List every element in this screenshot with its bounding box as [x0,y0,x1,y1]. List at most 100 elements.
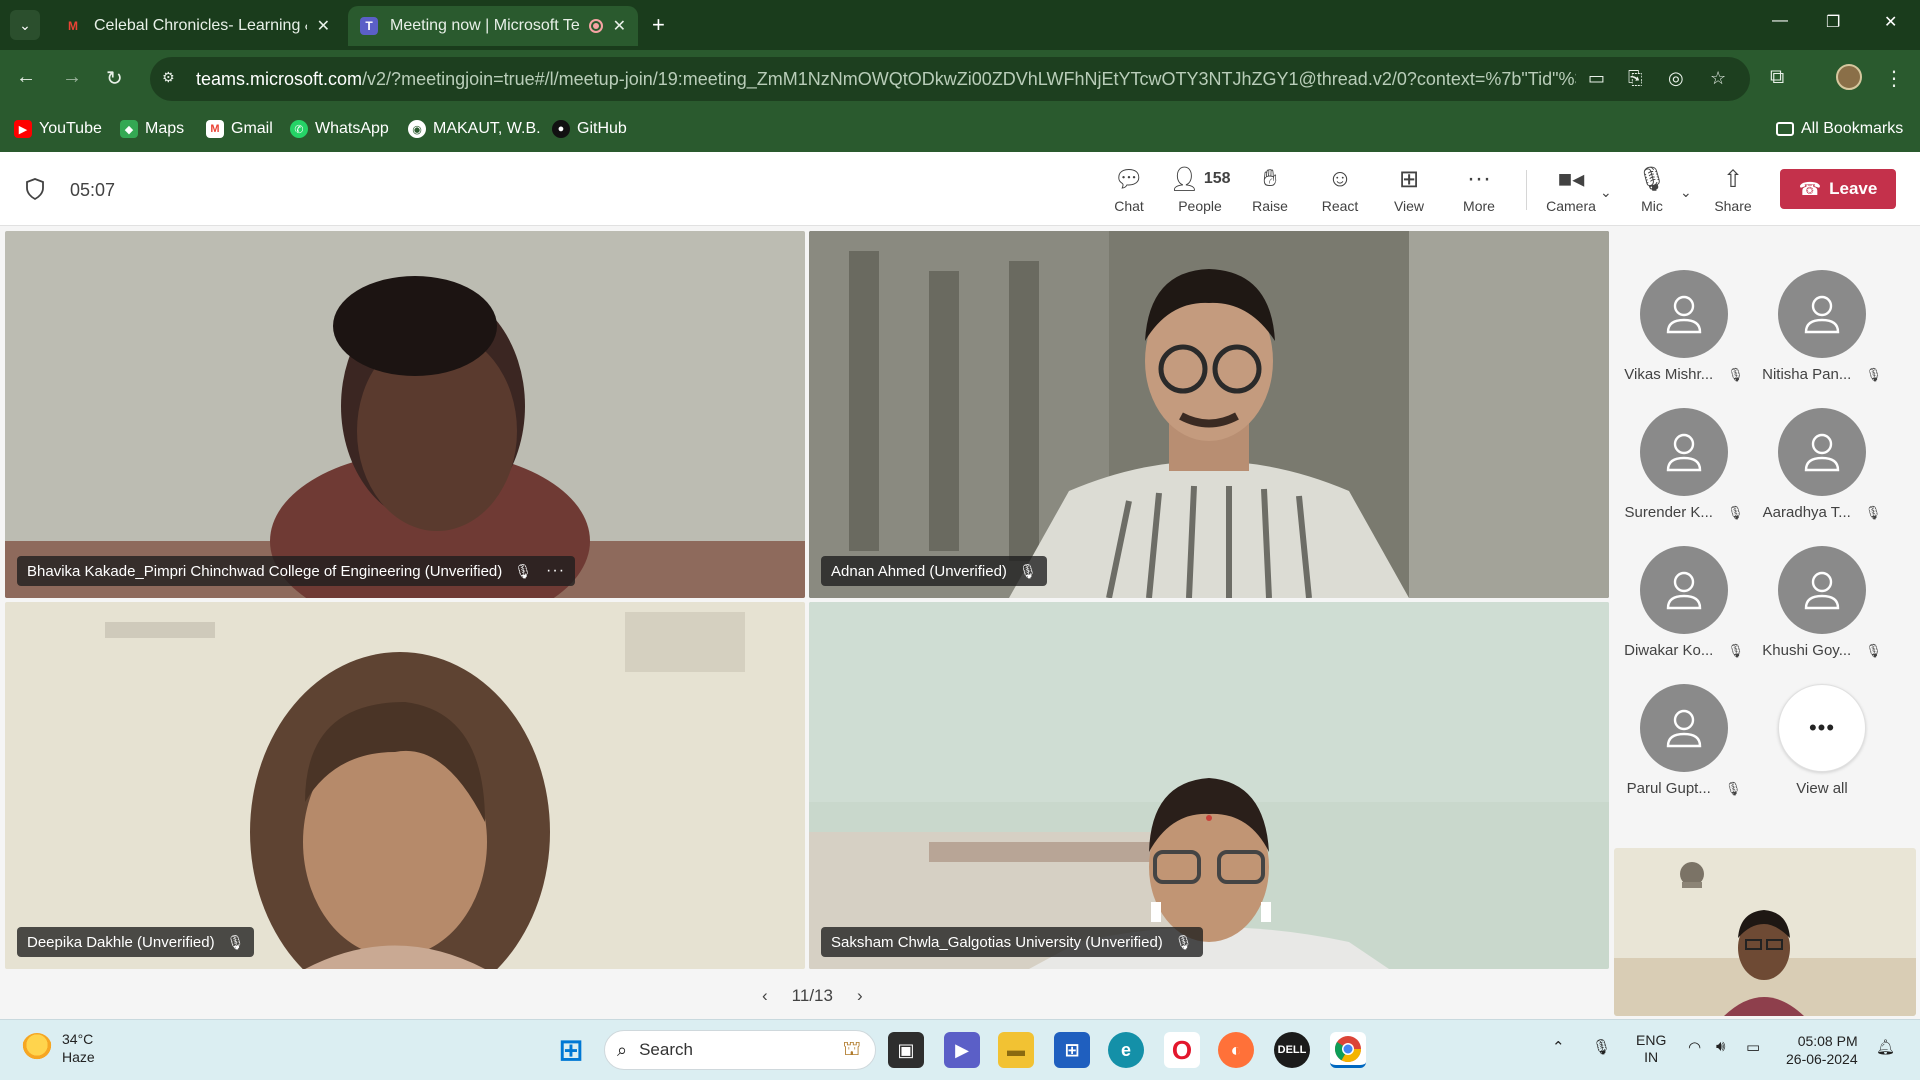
participant-avatar-tile[interactable]: Nitisha Pan... 🎙︎ [1752,270,1892,383]
weather-widget[interactable]: 34°C Haze [22,1030,95,1066]
participant-name-tag: Deepika Dakhle (Unverified) 🎙︎ [17,927,255,957]
bookmark-makaut[interactable]: ◉ MAKAUT, W.B. [408,120,541,138]
share-screen-icon: ⇧ [1722,165,1744,193]
more-button[interactable]: ··· More [1444,162,1514,214]
mic-muted-icon: 🎙︎ [1636,165,1668,193]
view-all-button[interactable]: ••• View all [1752,684,1892,797]
tab-celebal-chronicles[interactable]: M Celebal Chronicles- Learning & ✕ [52,6,342,46]
bookmark-whatsapp[interactable]: ✆ WhatsApp [290,120,389,138]
participant-avatar-tile[interactable]: Parul Gupt... 🎙︎ [1614,684,1754,797]
system-clock[interactable]: 05:08 PM 26-06-2024 [1786,1032,1858,1068]
mic-muted-icon: 🎙︎ [226,933,245,950]
reload-icon[interactable]: ↻ [106,66,123,91]
tab-search-dropdown[interactable]: ⌄ [10,10,40,40]
wifi-icon[interactable]: ◠ [1688,1038,1701,1056]
bookmark-gmail[interactable]: M Gmail [206,120,273,138]
bookmark-youtube[interactable]: ▶ YouTube [14,120,102,138]
opera-icon[interactable]: O [1164,1032,1200,1068]
address-bar[interactable]: ⚙ teams.microsoft.com/v2/?meetingjoin=tr… [150,57,1750,101]
battery-icon[interactable]: ▭ [1746,1038,1760,1056]
more-options-icon[interactable]: ··· [546,562,565,580]
smiley-icon: ☺ [1327,165,1353,192]
default-avatar [1778,270,1866,358]
minimize-icon[interactable]: — [1772,12,1788,30]
firefox-icon[interactable]: ◐ [1218,1032,1254,1068]
next-page-chevron-icon[interactable]: › [857,986,863,1006]
volume-icon[interactable]: 🔊︎ [1716,1038,1725,1055]
default-avatar [1640,684,1728,772]
youtube-icon: ▶ [14,120,32,138]
all-bookmarks[interactable]: All Bookmarks [1776,120,1903,138]
react-button[interactable]: ☺ React [1305,162,1375,214]
close-tab-icon[interactable]: ✕ [613,16,626,36]
new-tab-button[interactable]: + [652,12,665,38]
participant-name-tag: Bhavika Kakade_Pimpri Chinchwad College … [17,556,576,586]
url-text[interactable]: teams.microsoft.com/v2/?meetingjoin=true… [196,69,1576,90]
weather-sun-icon [22,1033,52,1063]
edge-icon[interactable]: e [1108,1032,1144,1068]
microphone-tray-icon[interactable]: 🎙︎ [1592,1038,1611,1056]
participant-avatar-tile[interactable]: Khushi Goy... 🎙︎ [1752,546,1892,659]
participant-avatar-tile[interactable]: Diwakar Ko... 🎙︎ [1614,546,1754,659]
install-app-icon[interactable]: ⎘ [1628,68,1642,89]
restore-icon[interactable]: ❐ [1826,12,1840,32]
participant-avatar-tile[interactable]: Surender K... 🎙︎ [1614,408,1754,521]
video-tile[interactable]: Deepika Dakhle (Unverified) 🎙︎ [5,602,805,969]
video-icon[interactable]: ▭ [1588,68,1605,89]
task-view-icon[interactable]: ▣ [888,1032,924,1068]
extensions-icon[interactable]: ⧉ [1770,66,1784,89]
close-tab-icon[interactable]: ✕ [317,16,330,36]
close-window-icon[interactable]: ✕ [1884,12,1897,32]
windows-taskbar: 34°C Haze ⊞ ⌕ Search ⛫ ▣ ▶ ▬ ⊞ e O ◐ DEL… [0,1019,1920,1080]
leave-button[interactable]: ☎ Leave [1780,169,1896,209]
windows-start-icon[interactable]: ⊞ [553,1032,589,1068]
mic-options-chevron-icon[interactable]: ⌄ [1680,184,1692,201]
people-button[interactable]: 👤︎ 158 People [1164,162,1236,215]
chrome-icon[interactable] [1330,1032,1366,1068]
view-button[interactable]: ⊞ View [1374,162,1444,215]
people-icon: 👤︎ 158 [1169,165,1231,193]
browser-tab-strip: ⌄ M Celebal Chronicles- Learning & ✕ T M… [0,0,1920,50]
tab-title: Celebal Chronicles- Learning & [94,17,307,34]
video-tile[interactable]: Saksham Chwla_Galgotias University (Unve… [809,602,1609,969]
participant-avatar-tile[interactable]: Aaradhya T... 🎙︎ [1752,408,1892,521]
bookmark-maps[interactable]: ◆ Maps [120,120,184,138]
back-icon[interactable]: ← [16,66,36,89]
participant-avatar-tile[interactable]: Vikas Mishr... 🎙︎ [1614,270,1754,383]
share-button[interactable]: ⇧ Share [1698,162,1768,215]
video-tile[interactable]: Bhavika Kakade_Pimpri Chinchwad College … [5,231,805,598]
video-tile[interactable]: Adnan Ahmed (Unverified) 🎙︎ [809,231,1609,598]
hand-icon: ✋︎ [1263,165,1277,192]
forward-icon[interactable]: → [62,66,82,89]
eye-off-icon[interactable]: ◎ [1668,68,1684,89]
mic-button[interactable]: 🎙︎ Mic [1617,162,1687,215]
language-indicator[interactable]: ENG IN [1636,1032,1666,1066]
raise-hand-button[interactable]: ✋︎ Raise [1235,162,1305,214]
bookmark-star-icon[interactable]: ☆ [1710,68,1726,89]
bookmark-github[interactable]: ● GitHub [552,120,627,138]
page-indicator: 11/13 [791,986,833,1005]
meeting-timer: 05:07 [70,180,116,200]
shield-icon [26,178,44,200]
previous-page-chevron-icon[interactable]: ‹ [762,986,768,1006]
more-dots-icon: ··· [1467,165,1491,192]
notification-bell-icon[interactable]: 🔔︎ [1876,1038,1895,1056]
file-explorer-icon[interactable]: ▬ [998,1032,1034,1068]
site-info-icon[interactable]: ⚙ [162,69,182,89]
mic-muted-icon: 🎙︎ [1724,780,1742,796]
default-avatar [1640,546,1728,634]
chat-button[interactable]: 💬︎ Chat [1094,162,1164,215]
self-video-preview[interactable] [1614,848,1916,1016]
taskbar-search-box[interactable]: ⌕ Search ⛫ [604,1030,876,1070]
camera-options-chevron-icon[interactable]: ⌄ [1600,184,1612,201]
camera-button[interactable]: ■◂ Camera [1536,162,1606,215]
browser-menu-icon[interactable]: ⋮ [1884,66,1904,91]
microsoft-store-icon[interactable]: ⊞ [1054,1032,1090,1068]
tab-meeting-now[interactable]: T Meeting now | Microsoft Te ✕ [348,6,638,46]
default-avatar [1640,270,1728,358]
profile-avatar[interactable] [1836,64,1862,90]
mic-muted-icon: 🎙︎ [1864,504,1882,520]
show-hidden-icons-chevron-icon[interactable]: ⌃ [1552,1038,1565,1056]
dell-icon[interactable]: DELL [1274,1032,1310,1068]
teams-chat-icon[interactable]: ▶ [944,1032,980,1068]
